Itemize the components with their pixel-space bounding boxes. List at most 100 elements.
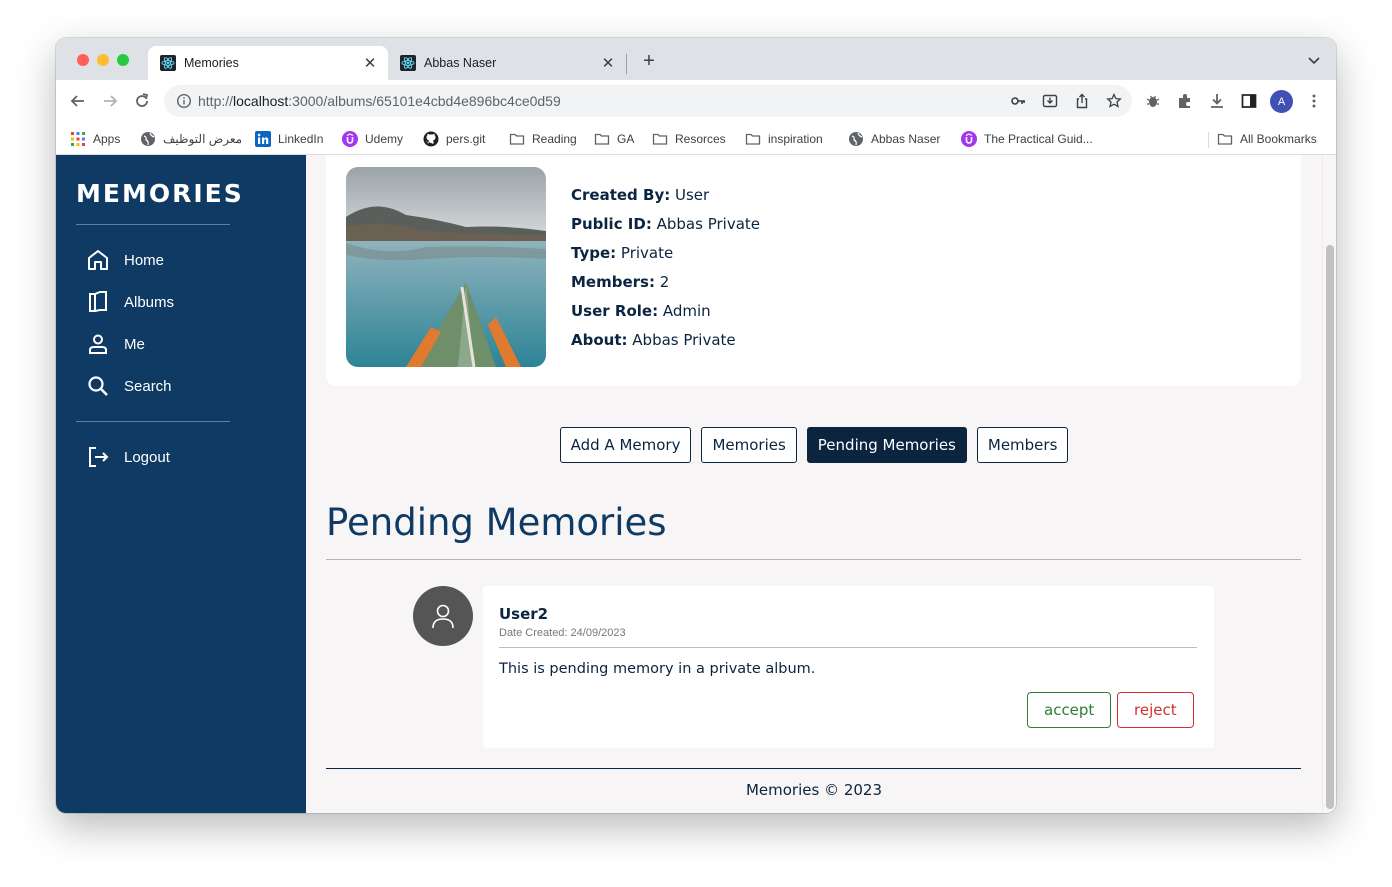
search-icon bbox=[86, 374, 110, 398]
detail-value: 2 bbox=[659, 273, 670, 291]
bookmark-linkedin[interactable]: LinkedIn bbox=[255, 128, 323, 150]
bookmark-all-bookmarks[interactable]: All Bookmarks bbox=[1217, 128, 1317, 150]
bookmarks-separator bbox=[1208, 132, 1209, 148]
reject-button[interactable]: reject bbox=[1117, 692, 1194, 728]
page-scrollbar[interactable] bbox=[1322, 155, 1336, 813]
detail-about: About: Abbas Private bbox=[571, 328, 760, 357]
home-icon bbox=[86, 248, 110, 272]
close-tab-icon[interactable]: ✕ bbox=[362, 55, 378, 72]
detail-key: Created By: bbox=[571, 186, 671, 204]
key-icon[interactable] bbox=[1010, 93, 1026, 109]
bookmark-label: Udemy bbox=[365, 132, 404, 146]
sidebar-item-logout[interactable]: Logout bbox=[86, 443, 170, 471]
tab-abbas-naser[interactable]: Abbas Naser ✕ bbox=[388, 46, 626, 80]
page-title: Pending Memories bbox=[326, 501, 667, 544]
sidebar-item-albums[interactable]: Albums bbox=[86, 288, 174, 316]
sidebar-item-label: Home bbox=[124, 251, 165, 269]
album-details: Created By: User Public ID: Abbas Privat… bbox=[571, 183, 760, 357]
sidebar-item-home[interactable]: Home bbox=[86, 246, 164, 274]
site-info-icon[interactable] bbox=[176, 93, 192, 109]
forward-icon[interactable] bbox=[100, 91, 120, 111]
tab-memories[interactable]: Memories ✕ bbox=[148, 46, 388, 80]
bookmark-label: All Bookmarks bbox=[1240, 132, 1317, 146]
bookmark-ga[interactable]: GA bbox=[594, 128, 634, 150]
udemy-icon bbox=[342, 131, 358, 147]
chevron-down-icon[interactable] bbox=[1306, 52, 1322, 68]
bookmark-inspiration[interactable]: inspiration bbox=[745, 128, 823, 150]
url-text: http://localhost:3000/albums/65101e4cbd4… bbox=[198, 93, 561, 109]
bookmark-label: pers.git bbox=[446, 132, 486, 146]
memory-date: Date Created: 24/09/2023 bbox=[499, 627, 626, 639]
sidebar-item-search[interactable]: Search bbox=[86, 372, 172, 400]
bookmark-label: Reading bbox=[532, 132, 577, 146]
close-tab-icon[interactable]: ✕ bbox=[600, 55, 616, 72]
title-divider bbox=[326, 559, 1301, 560]
bookmark-job-fair[interactable]: معرض التوظيف bbox=[140, 128, 242, 150]
footer-text: Memories © 2023 bbox=[745, 781, 883, 799]
zoom-window-button[interactable] bbox=[117, 54, 129, 66]
install-app-icon[interactable] bbox=[1042, 93, 1058, 109]
sidebar: MEMORIES Home Albums Me Search Logout bbox=[56, 155, 306, 813]
memory-text: This is pending memory in a private albu… bbox=[499, 661, 816, 677]
url-scheme: http:// bbox=[198, 93, 234, 109]
bug-icon[interactable] bbox=[1144, 92, 1162, 110]
side-panel-icon[interactable] bbox=[1240, 92, 1258, 110]
bookmark-pers-git[interactable]: pers.git bbox=[423, 128, 485, 150]
footer-divider bbox=[326, 768, 1301, 769]
sidebar-item-me[interactable]: Me bbox=[86, 330, 145, 358]
bookmark-label: Apps bbox=[93, 132, 121, 146]
url-host: localhost bbox=[233, 93, 289, 109]
close-window-button[interactable] bbox=[77, 54, 89, 66]
bookmark-label: LinkedIn bbox=[278, 132, 324, 146]
person-icon bbox=[86, 332, 110, 356]
tab-title: Abbas Naser bbox=[424, 56, 497, 70]
sidebar-item-label: Logout bbox=[124, 448, 170, 466]
bookmarks-bar: Apps معرض التوظيف LinkedIn Udemy pers.gi… bbox=[56, 122, 1336, 155]
address-bar[interactable]: http://localhost:3000/albums/65101e4cbd4… bbox=[164, 85, 1132, 117]
detail-user-role: User Role: Admin bbox=[571, 299, 760, 328]
minimize-window-button[interactable] bbox=[97, 54, 109, 66]
bookmark-reading[interactable]: Reading bbox=[509, 128, 577, 150]
detail-key: User Role: bbox=[571, 302, 659, 320]
more-menu-icon[interactable] bbox=[1305, 92, 1323, 110]
tab-title: Memories bbox=[184, 56, 239, 70]
accept-button[interactable]: accept bbox=[1027, 692, 1112, 728]
tab-memories[interactable]: Memories bbox=[701, 427, 797, 463]
scrollbar-thumb[interactable] bbox=[1326, 245, 1334, 809]
bookmark-apps[interactable]: Apps bbox=[70, 128, 120, 150]
bookmark-label: Abbas Naser bbox=[871, 132, 941, 146]
bookmark-abbas-naser[interactable]: Abbas Naser bbox=[848, 128, 940, 150]
react-icon bbox=[160, 55, 176, 71]
detail-type: Type: Private bbox=[571, 241, 760, 270]
folder-icon bbox=[594, 131, 610, 147]
folder-icon bbox=[509, 131, 525, 147]
detail-key: Type: bbox=[571, 244, 617, 262]
download-icon[interactable] bbox=[1208, 92, 1226, 110]
detail-created-by: Created By: User bbox=[571, 183, 760, 212]
bookmark-label: GA bbox=[617, 132, 635, 146]
github-icon bbox=[423, 131, 439, 147]
folder-icon bbox=[1217, 131, 1233, 147]
brand-logo[interactable]: MEMORIES bbox=[76, 179, 244, 208]
tab-members[interactable]: Members bbox=[976, 427, 1069, 463]
sidebar-item-label: Search bbox=[124, 377, 172, 395]
tab-add-memory[interactable]: Add A Memory bbox=[559, 427, 692, 463]
profile-avatar[interactable]: A bbox=[1270, 90, 1293, 113]
bookmark-practical-guide[interactable]: The Practical Guid... bbox=[961, 128, 1093, 150]
tab-pending-memories[interactable]: Pending Memories bbox=[806, 427, 967, 463]
new-tab-button[interactable]: + bbox=[638, 50, 660, 72]
extensions-icon[interactable] bbox=[1176, 92, 1194, 110]
sidebar-item-label: Me bbox=[124, 335, 145, 353]
reload-icon[interactable] bbox=[132, 91, 152, 111]
bookmark-star-icon[interactable] bbox=[1106, 93, 1122, 109]
back-icon[interactable] bbox=[68, 91, 88, 111]
detail-key: About: bbox=[571, 331, 628, 349]
browser-window: Memories ✕ Abbas Naser ✕ + http://localh… bbox=[56, 38, 1336, 813]
bookmark-udemy[interactable]: Udemy bbox=[342, 128, 403, 150]
detail-key: Members: bbox=[571, 273, 655, 291]
bookmark-resorces[interactable]: Resorces bbox=[652, 128, 726, 150]
share-icon[interactable] bbox=[1074, 93, 1090, 109]
sidebar-divider bbox=[76, 224, 230, 225]
detail-value: Abbas Private bbox=[632, 331, 736, 349]
detail-key: Public ID: bbox=[571, 215, 652, 233]
